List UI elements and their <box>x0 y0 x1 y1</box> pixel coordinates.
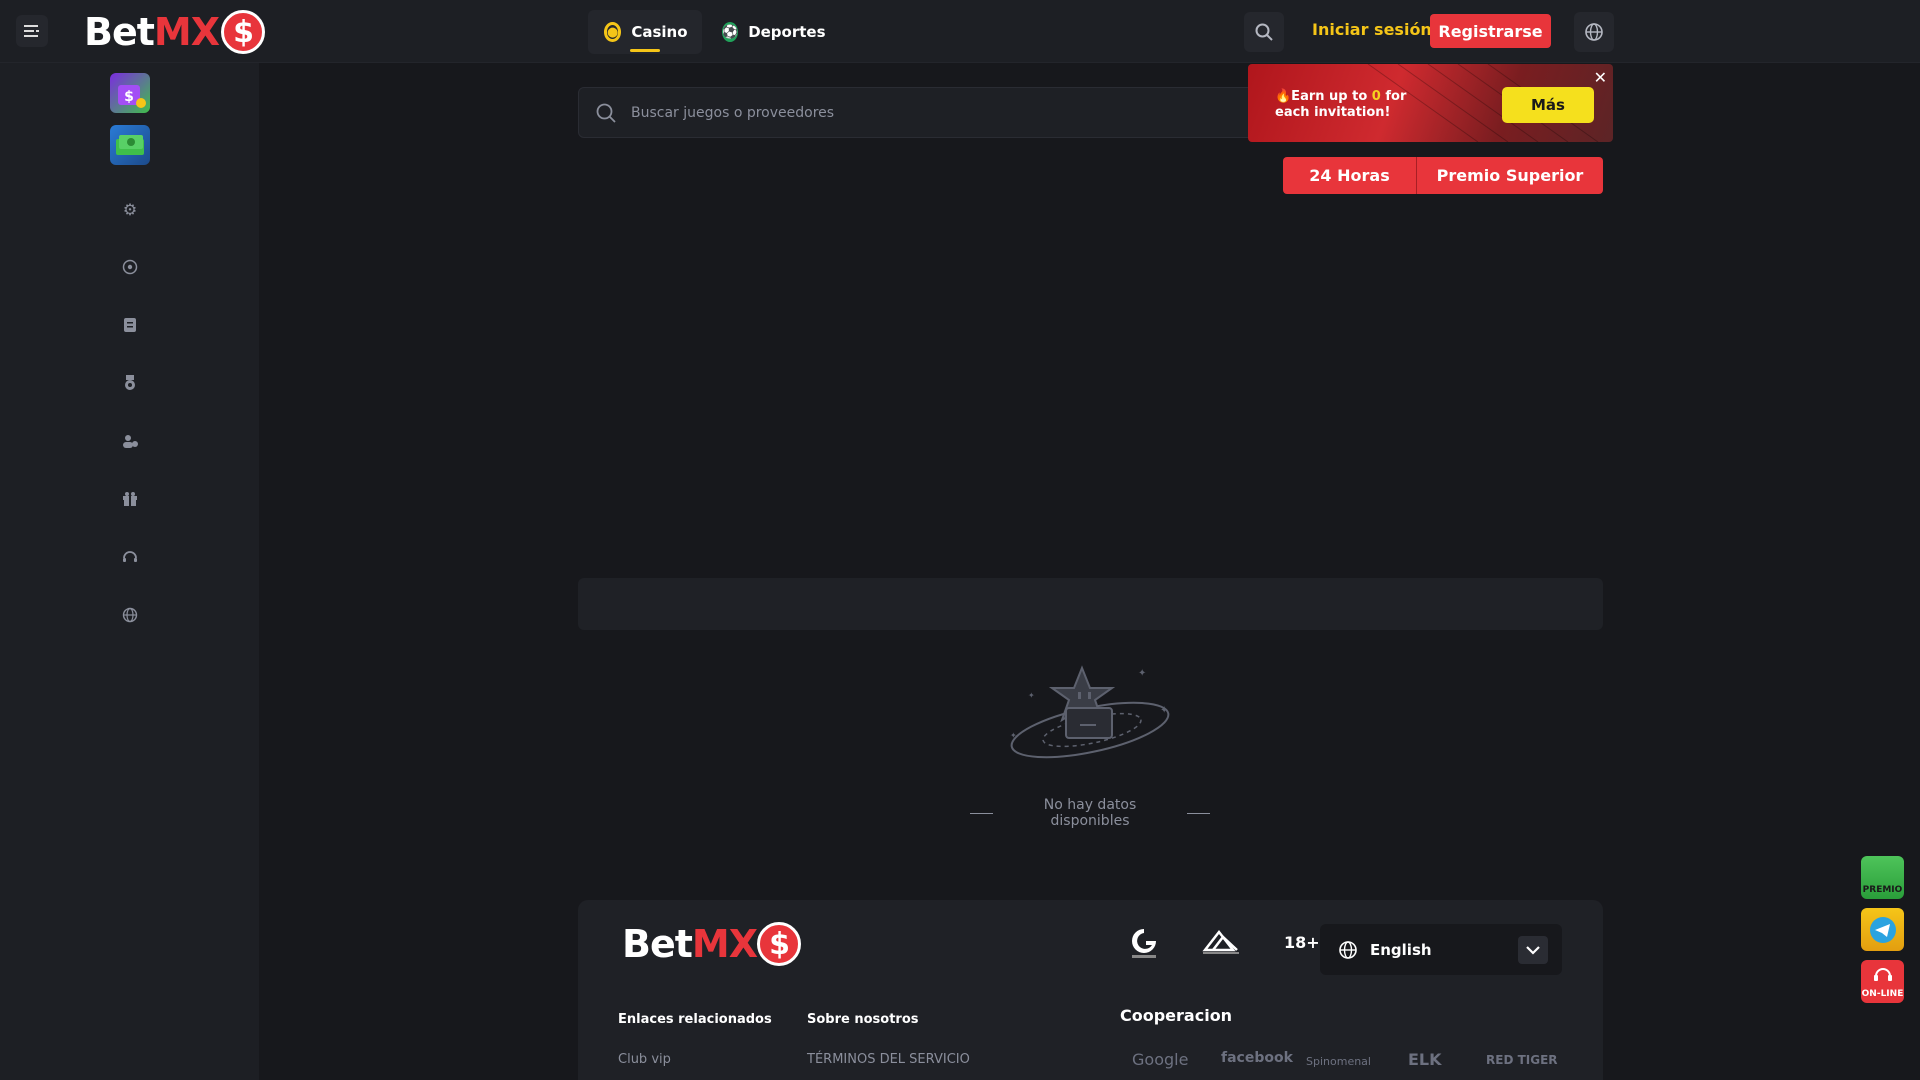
invite-text: 🔥Earn up to 0 for each invitation! <box>1275 89 1445 121</box>
search-input[interactable] <box>631 104 1231 121</box>
svg-text:$: $ <box>124 89 134 105</box>
online-label: ON-LINE <box>1861 989 1904 999</box>
tab-deportes-label: Deportes <box>748 23 826 41</box>
tab-deportes[interactable]: ⚽ Deportes <box>706 10 826 54</box>
search-icon <box>1255 23 1273 41</box>
cooperation-heading: Cooperacion <box>1120 1006 1233 1025</box>
club-vip-link[interactable]: Club vip <box>618 1052 671 1067</box>
invite-text-before: 🔥Earn up to <box>1275 89 1372 104</box>
medal-icon[interactable] <box>120 373 140 393</box>
logo-mx: MX <box>153 10 220 54</box>
svg-text:✦: ✦ <box>1010 731 1017 740</box>
online-support-button[interactable]: ON-LINE <box>1861 960 1904 1003</box>
about-us-heading: Sobre nosotros <box>807 1012 919 1027</box>
tab-24-horas[interactable]: 24 Horas <box>1283 157 1417 194</box>
ranking-header-bar <box>578 578 1603 630</box>
language-button[interactable] <box>1574 12 1614 52</box>
gamcare-icon[interactable] <box>1124 926 1164 960</box>
community-icon[interactable] <box>120 431 140 451</box>
terms-link[interactable]: TÉRMINOS DEL SERVICIO <box>807 1052 970 1067</box>
promo-bonus-thumb[interactable]: $ <box>110 73 150 113</box>
soccer-ball-icon: ⚽ <box>722 22 739 42</box>
footer-logo[interactable]: Bet MX $ <box>622 922 802 966</box>
footer: Bet MX $ 18+ English Enlaces relacionado… <box>578 900 1603 1080</box>
empty-state-text: No hay datos disponibles <box>1043 797 1137 829</box>
partner-spinomenal[interactable]: Spinomenal <box>1306 1055 1371 1068</box>
gambling-therapy-icon[interactable] <box>1198 926 1244 960</box>
footer-logo-coin: $ <box>757 922 802 966</box>
globe-icon <box>1585 23 1603 41</box>
partner-facebook[interactable]: facebook <box>1221 1050 1293 1066</box>
close-icon[interactable]: ✕ <box>1594 68 1607 87</box>
search-button[interactable] <box>1244 12 1284 52</box>
invite-banner: 🔥Earn up to 0 for each invitation! Más ✕ <box>1248 64 1613 142</box>
tab-casino-label: Casino <box>631 23 688 41</box>
partner-red-tiger[interactable]: RED TIGER <box>1486 1053 1558 1067</box>
invite-more-button[interactable]: Más <box>1502 87 1594 123</box>
premio-float-button[interactable]: PREMIO <box>1861 856 1904 899</box>
support-icon[interactable] <box>120 547 140 567</box>
svg-text:✦: ✦ <box>1028 691 1035 700</box>
casino-chip-icon: ● <box>604 22 622 42</box>
sports-ball-icon[interactable] <box>120 257 140 277</box>
divider <box>970 812 994 814</box>
globe-icon[interactable] <box>120 605 140 625</box>
login-link[interactable]: Iniciar sesión <box>1312 20 1432 39</box>
search-icon <box>596 103 616 123</box>
partner-google[interactable]: Google <box>1132 1050 1188 1069</box>
telegram-button[interactable] <box>1861 908 1904 951</box>
svg-text:✦: ✦ <box>1160 705 1168 716</box>
language-value: English <box>1370 940 1432 959</box>
brand-logo[interactable]: Bet MX $ <box>84 10 266 54</box>
globe-icon <box>1339 940 1357 959</box>
promo-cash-thumb[interactable] <box>110 125 150 165</box>
sidebar: $ ⚙ <box>0 63 259 1080</box>
register-button[interactable]: Registrarse <box>1430 14 1551 48</box>
related-links-heading: Enlaces relacionados <box>618 1012 772 1027</box>
divider <box>1186 812 1211 814</box>
premio-label: PREMIO <box>1862 885 1903 895</box>
document-icon[interactable] <box>120 315 140 335</box>
ranking-period-toggle: 24 Horas Premio Superior <box>1283 157 1603 194</box>
svg-text:✦: ✦ <box>1138 668 1146 679</box>
invite-amount: 0 <box>1371 89 1381 104</box>
chevron-down-icon[interactable] <box>1518 936 1548 964</box>
partner-elk[interactable]: ELK <box>1408 1050 1442 1069</box>
empty-state-illustration: ✦ ✦ ✦ ✦ <box>1010 665 1170 759</box>
headset-icon <box>1873 968 1892 981</box>
telegram-icon <box>1869 916 1896 943</box>
empty-state-message: No hay datos disponibles <box>970 797 1211 829</box>
top-bar: Bet MX $ ● Casino ⚽ Deportes Iniciar ses… <box>0 0 1920 63</box>
tab-premio-superior[interactable]: Premio Superior <box>1417 157 1603 194</box>
footer-logo-mx: MX <box>691 922 758 966</box>
tab-casino[interactable]: ● Casino <box>588 10 702 54</box>
gift-icon[interactable] <box>120 489 140 509</box>
logo-bet: Bet <box>84 10 155 54</box>
settings-icon[interactable]: ⚙ <box>120 199 140 219</box>
logo-coin: $ <box>221 10 266 54</box>
footer-logo-bet: Bet <box>622 922 693 966</box>
game-search <box>578 87 1278 138</box>
menu-icon[interactable] <box>16 15 48 47</box>
age-restriction-badge: 18+ <box>1284 933 1320 952</box>
language-select[interactable]: English <box>1320 924 1562 975</box>
